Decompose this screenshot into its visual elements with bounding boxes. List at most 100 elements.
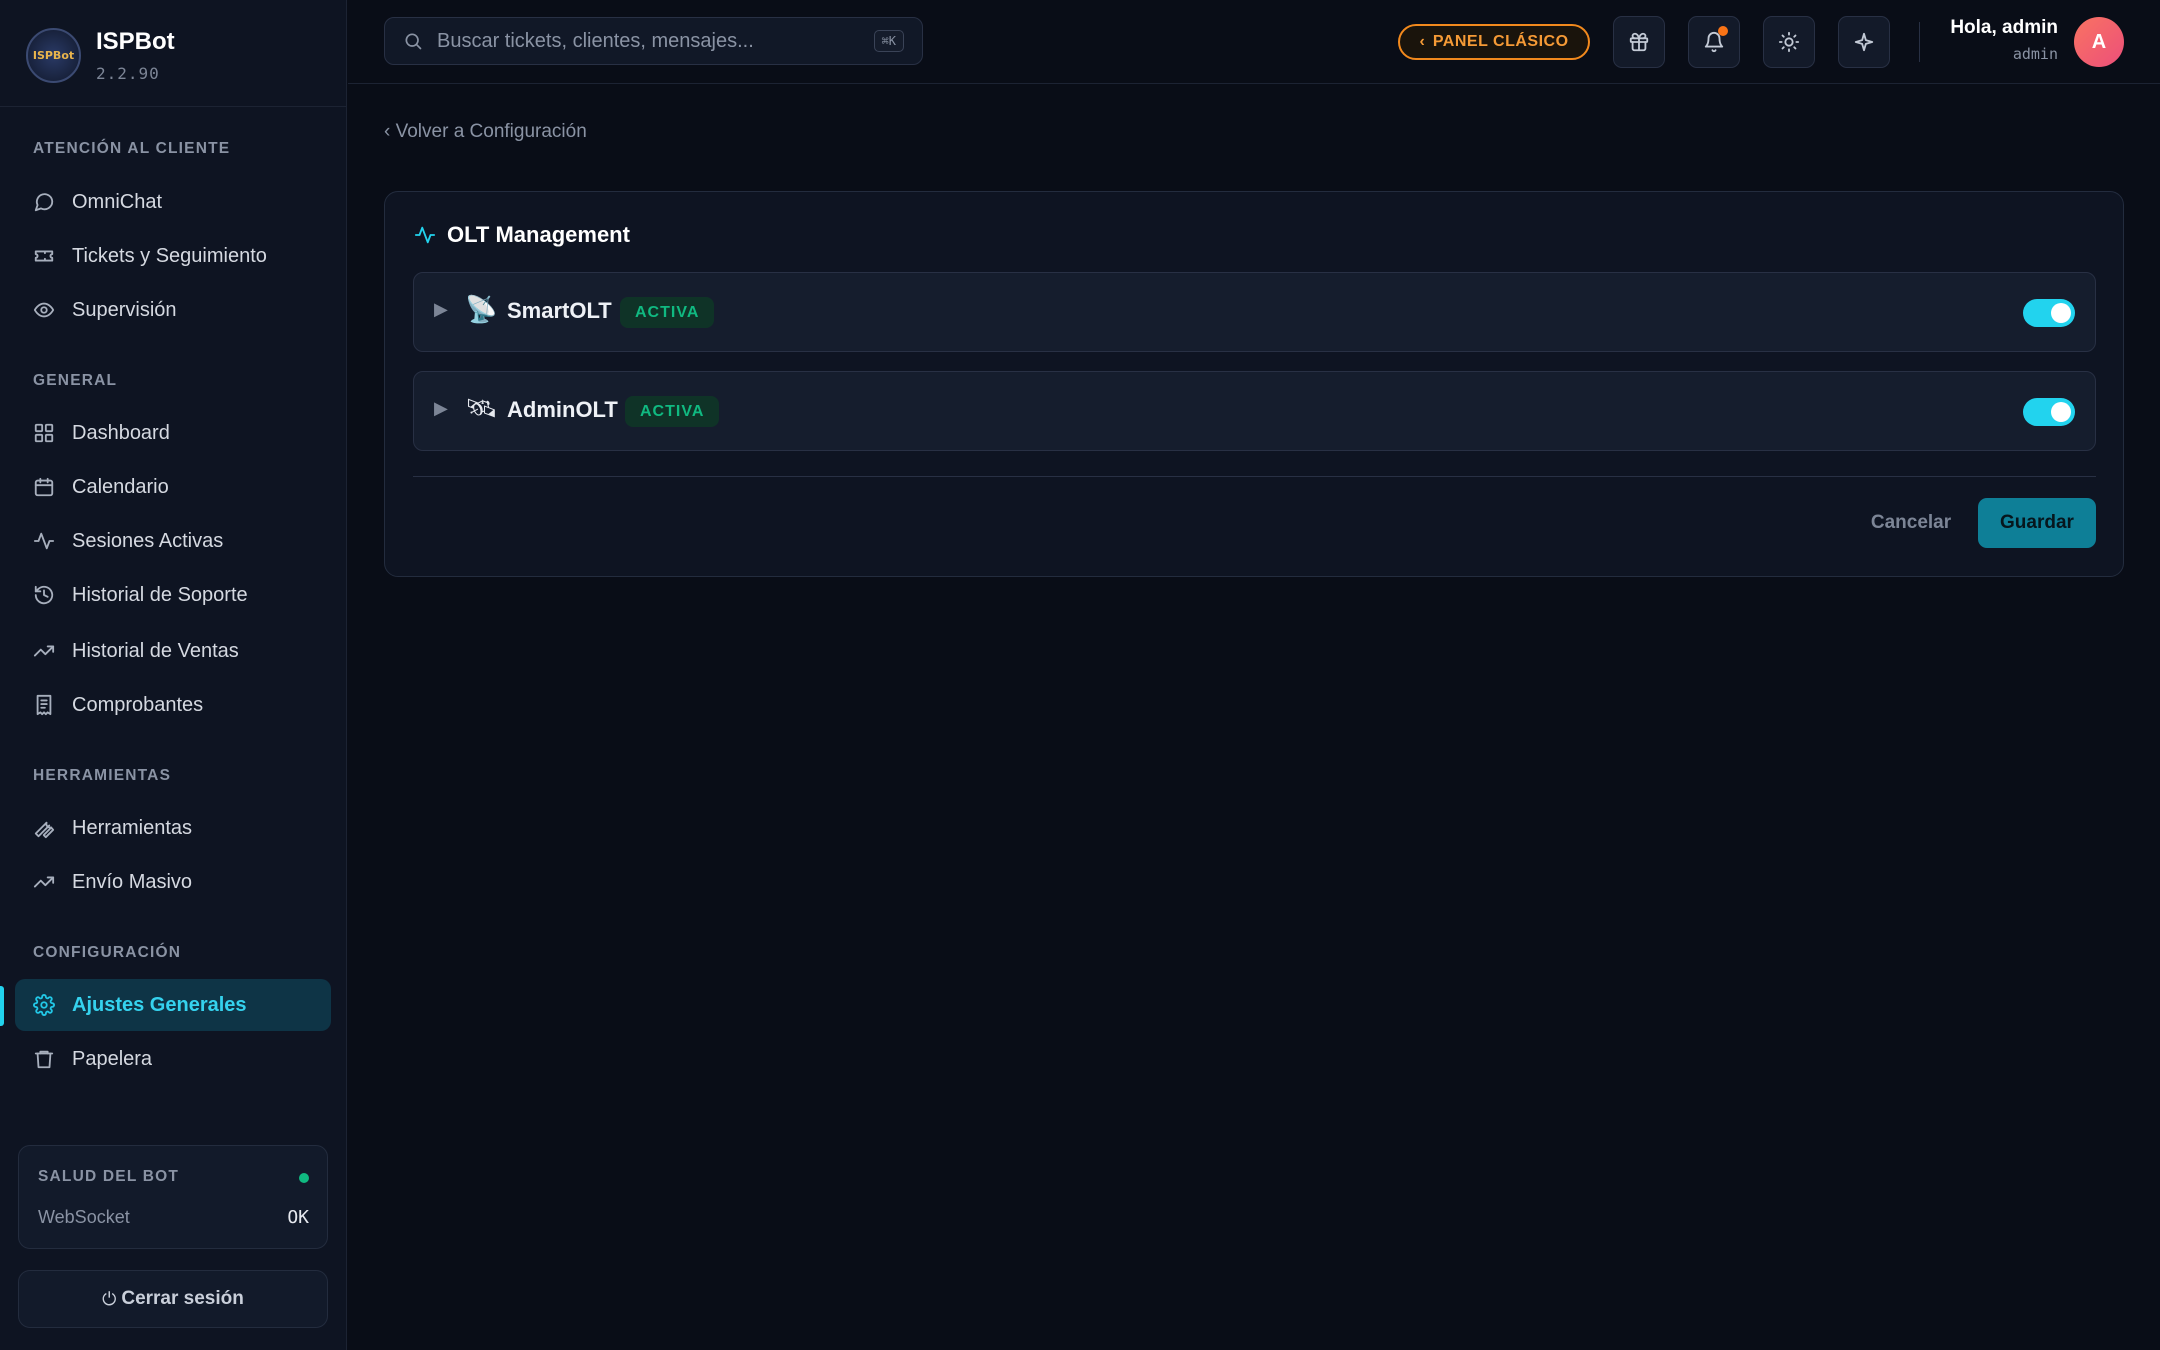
adminolt-toggle[interactable] <box>2023 398 2075 426</box>
status-dot <box>299 1173 309 1183</box>
status-badge: ACTIVA <box>620 297 715 328</box>
activity-icon <box>33 532 55 550</box>
sidebar-item-omnichat[interactable]: OmniChat <box>15 176 331 228</box>
sidebar-item-historial-ventas[interactable]: Historial de Ventas <box>15 625 331 677</box>
sidebar-item-label: OmniChat <box>72 190 163 213</box>
gift-button[interactable] <box>1613 16 1665 68</box>
section-title-herramientas: HERRAMIENTAS <box>33 767 172 784</box>
user-role: admin <box>2012 45 2058 63</box>
sidebar-item-label: Ajustes Generales <box>72 993 247 1016</box>
expand-caret-icon[interactable]: ▶ <box>434 398 448 419</box>
bot-health-panel: SALUD DEL BOT WebSocket OK <box>18 1145 328 1249</box>
trash-icon <box>34 1050 54 1069</box>
eye-icon <box>33 302 55 318</box>
section-title-atencion: ATENCIÓN AL CLIENTE <box>33 140 231 157</box>
olt-name: SmartOLT <box>507 298 612 323</box>
satellite-antenna-icon: 📡 <box>465 295 498 325</box>
trending-up-icon <box>33 876 55 888</box>
back-to-settings-link[interactable]: ‹ Volver a Configuración <box>384 121 587 143</box>
sidebar-item-papelera[interactable]: Papelera <box>15 1033 331 1085</box>
card-title: OLT Management <box>447 222 630 247</box>
theme-toggle-button[interactable] <box>1763 16 1815 68</box>
sidebar-item-calendario[interactable]: Calendario <box>15 461 331 513</box>
sidebar-item-label: Dashboard <box>72 421 170 444</box>
sidebar-item-label: Herramientas <box>72 816 193 839</box>
websocket-status: OK <box>287 1207 309 1228</box>
sidebar-item-label: Sesiones Activas <box>72 529 224 552</box>
sun-icon <box>1778 31 1800 53</box>
panel-clasico-button[interactable]: ‹ PANEL CLÁSICO <box>1398 24 1590 60</box>
sidebar-item-label: Papelera <box>72 1047 153 1070</box>
smartolt-toggle[interactable] <box>2023 299 2075 327</box>
sidebar-item-historial-soporte[interactable]: Historial de Soporte <box>15 569 331 621</box>
notifications-button[interactable] <box>1688 16 1740 68</box>
olt-management-card: OLT Management ▶ 📡 SmartOLT ACTIVA ▶ 🛰 A… <box>384 191 2124 577</box>
status-badge: ACTIVA <box>625 396 720 427</box>
cancel-button[interactable]: Cancelar <box>1851 498 1971 548</box>
power-icon: ⏻ <box>102 1288 117 1310</box>
calendar-icon <box>34 477 54 497</box>
bot-health-title: SALUD DEL BOT <box>38 1168 180 1185</box>
search-input[interactable] <box>437 29 874 53</box>
notification-dot <box>1718 26 1728 36</box>
ticket-icon <box>34 250 54 262</box>
chevron-left-icon: ‹ <box>1419 33 1425 50</box>
sparkle-icon <box>1854 32 1874 52</box>
search-icon <box>405 33 422 50</box>
olt-row-adminolt[interactable]: ▶ 🛰 AdminOLT ACTIVA <box>413 371 2096 451</box>
active-indicator <box>0 986 4 1026</box>
toggle-knob <box>2051 303 2071 323</box>
topbar: ⌘K ‹ PANEL CLÁSICO Hola, admin admin A <box>348 0 2160 84</box>
section-title-configuracion: CONFIGURACIÓN <box>33 944 182 961</box>
trending-up-icon <box>33 645 55 657</box>
brand-name: ISPBot <box>96 28 175 55</box>
receipt-icon <box>36 694 52 716</box>
save-button[interactable]: Guardar <box>1978 498 2096 548</box>
sidebar-item-label: Comprobantes <box>72 693 204 716</box>
sidebar-item-dashboard[interactable]: Dashboard <box>15 407 331 459</box>
user-greeting: Hola, admin <box>1950 17 2058 38</box>
shortcut-hint: ⌘K <box>873 30 904 52</box>
sidebar-item-ajustes-generales[interactable]: Ajustes Generales <box>15 979 331 1031</box>
websocket-label: WebSocket <box>38 1207 130 1227</box>
logout-button[interactable]: ⏻ Cerrar sesión <box>18 1270 328 1328</box>
brand-header: ISPBot ISPBot 2.2.90 <box>0 0 347 107</box>
brand-version: 2.2.90 <box>96 64 160 83</box>
toggle-knob <box>2051 402 2071 422</box>
panel-clasico-label: PANEL CLÁSICO <box>1432 33 1569 50</box>
search-box[interactable]: ⌘K <box>384 17 923 65</box>
avatar-initial: A <box>2091 30 2107 53</box>
sidebar-item-label: Tickets y Seguimiento <box>72 244 267 267</box>
expand-caret-icon[interactable]: ▶ <box>434 299 448 320</box>
topbar-divider <box>1919 22 1920 62</box>
card-divider <box>413 476 2096 477</box>
sidebar-item-tickets[interactable]: Tickets y Seguimiento <box>15 230 331 282</box>
gift-icon <box>1629 32 1649 52</box>
olt-row-smartolt[interactable]: ▶ 📡 SmartOLT ACTIVA <box>413 272 2096 352</box>
sidebar-item-label: Historial de Soporte <box>72 583 248 606</box>
history-icon <box>34 585 54 605</box>
activity-icon <box>414 226 436 244</box>
sidebar-item-label: Supervisión <box>72 298 177 321</box>
sidebar-item-supervision[interactable]: Supervisión <box>15 284 331 336</box>
sidebar: ISPBot ISPBot 2.2.90 ATENCIÓN AL CLIENTE… <box>0 0 347 1350</box>
grid-icon <box>34 423 54 443</box>
sidebar-item-label: Calendario <box>72 475 169 498</box>
sidebar-item-comprobantes[interactable]: Comprobantes <box>15 679 331 731</box>
wrench-icon <box>34 821 55 839</box>
satellite-icon: 🛰 <box>465 394 499 424</box>
section-title-general: GENERAL <box>33 372 118 389</box>
gear-icon <box>33 994 55 1016</box>
sidebar-item-label: Envío Masivo <box>72 870 193 893</box>
sidebar-item-envio-masivo[interactable]: Envío Masivo <box>15 856 331 908</box>
sidebar-item-herramientas[interactable]: Herramientas <box>15 802 331 854</box>
avatar[interactable]: A <box>2074 17 2124 67</box>
sidebar-item-sesiones[interactable]: Sesiones Activas <box>15 515 331 567</box>
olt-name: AdminOLT <box>507 397 618 422</box>
brand-logo[interactable]: ISPBot <box>26 28 81 83</box>
brand-logo-text: ISPBot <box>32 49 75 62</box>
sidebar-item-label: Historial de Ventas <box>72 639 239 662</box>
logout-label: Cerrar sesión <box>121 1288 244 1309</box>
chat-bubble-icon <box>34 193 54 212</box>
ai-assistant-button[interactable] <box>1838 16 1890 68</box>
